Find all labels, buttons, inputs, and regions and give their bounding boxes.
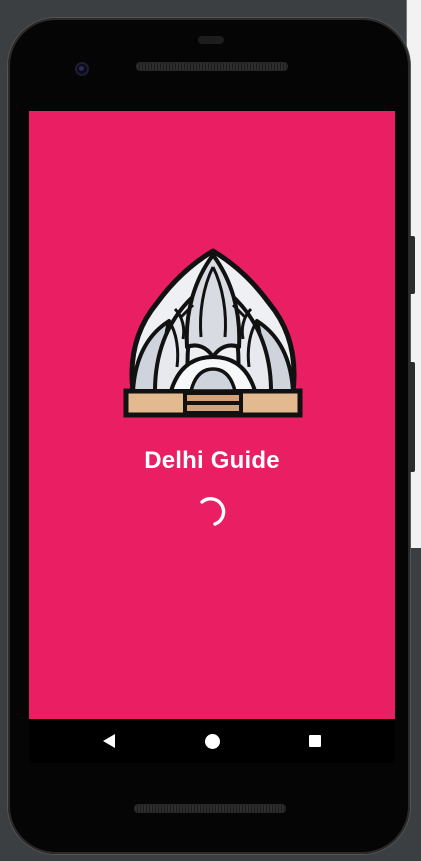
- app-title: Delhi Guide: [144, 447, 280, 474]
- splash-screen: Delhi Guide: [29, 111, 395, 719]
- recents-square-icon: [309, 735, 321, 747]
- lotus-temple-icon: [123, 248, 303, 418]
- earpiece-speaker: [136, 62, 288, 71]
- nav-home-button[interactable]: [198, 727, 226, 755]
- proximity-sensor: [198, 36, 224, 44]
- volume-button[interactable]: [410, 362, 415, 472]
- home-circle-icon: [204, 733, 220, 749]
- power-button[interactable]: [410, 236, 415, 294]
- nav-back-button[interactable]: [95, 727, 123, 755]
- bottom-speaker: [134, 804, 286, 813]
- loading-spinner: [200, 497, 226, 526]
- back-triangle-icon: [103, 734, 115, 748]
- system-navigation-bar: [29, 719, 395, 763]
- nav-recents-button[interactable]: [301, 727, 329, 755]
- front-camera-icon: [75, 62, 89, 76]
